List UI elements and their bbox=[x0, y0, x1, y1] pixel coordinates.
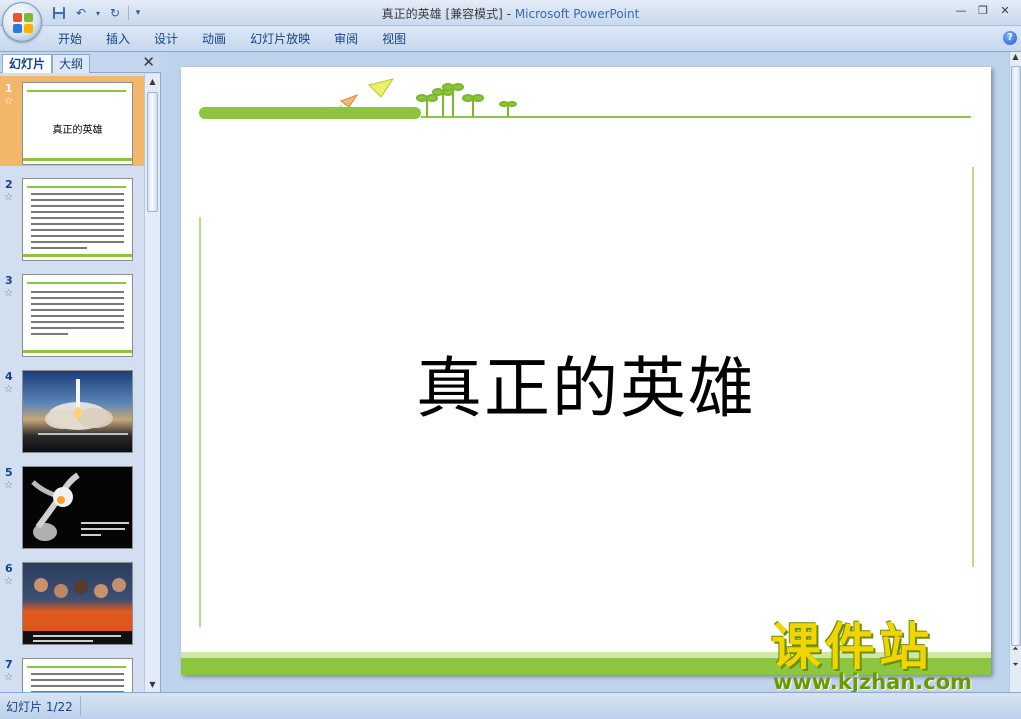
animation-star-icon: ☆ bbox=[4, 288, 13, 299]
panel-tabs: 幻灯片 大纲 ✕ bbox=[0, 52, 161, 73]
application-name: Microsoft PowerPoint bbox=[514, 7, 640, 21]
status-bar: 幻灯片 1/22 bbox=[0, 692, 1021, 719]
slide-indicator: 幻灯片 1/22 bbox=[6, 700, 73, 714]
slide-number: 5 bbox=[5, 466, 13, 479]
watermark-logo-text: 课件站 bbox=[771, 618, 933, 676]
slide-number: 7 bbox=[5, 658, 13, 671]
watermark-url: www.kjzhan.com bbox=[773, 670, 973, 694]
tab-animations[interactable]: 动画 bbox=[190, 31, 238, 47]
slide-preview bbox=[22, 658, 133, 692]
slide-title[interactable]: 真正的英雄 bbox=[181, 335, 991, 431]
tab-view[interactable]: 视图 bbox=[370, 31, 418, 47]
tab-outline[interactable]: 大纲 bbox=[52, 54, 91, 73]
slide-thumbnail-1[interactable]: 1 ☆ 真正的英雄 bbox=[0, 76, 144, 166]
slide-number: 1 bbox=[5, 82, 13, 95]
animation-star-icon: ☆ bbox=[4, 192, 13, 203]
document-name: 真正的英雄 [兼容模式] bbox=[381, 7, 503, 21]
rocket-launch-photo bbox=[22, 370, 133, 453]
title-bar: ↶ ▾ ↻ ▾ 真正的英雄 [兼容模式] - Microsoft PowerPo… bbox=[0, 0, 1021, 26]
slide-preview bbox=[22, 178, 133, 261]
tab-design[interactable]: 设计 bbox=[142, 31, 190, 47]
tab-slideshow[interactable]: 幻灯片放映 bbox=[238, 31, 322, 47]
scroll-up-icon[interactable]: ▲ bbox=[145, 74, 160, 89]
slide-thumbnail-2[interactable]: 2 ☆ bbox=[0, 172, 144, 262]
astronauts-photo bbox=[22, 562, 133, 645]
slide-editing-area: 真正的英雄 bbox=[162, 52, 1009, 692]
explosion-photo bbox=[22, 466, 133, 549]
scroll-thumb[interactable] bbox=[147, 92, 158, 212]
tab-review[interactable]: 审阅 bbox=[322, 31, 370, 47]
close-panel-icon[interactable]: ✕ bbox=[142, 54, 155, 71]
ribbon: 开始 插入 设计 动画 幻灯片放映 审阅 视图 ? bbox=[0, 26, 1021, 52]
thumbnail-title: 真正的英雄 bbox=[52, 125, 103, 136]
tab-insert[interactable]: 插入 bbox=[94, 31, 142, 47]
previous-slide-icon[interactable]: ⏶ bbox=[1010, 644, 1021, 654]
window-controls: — ❐ ✕ bbox=[953, 3, 1013, 19]
watermark: 课件站 www.kjzhan.com bbox=[771, 618, 1003, 694]
slide-scrollbar[interactable]: ▲ ⏶ ⏷ bbox=[1009, 52, 1021, 692]
restore-icon[interactable]: ❐ bbox=[975, 3, 991, 19]
office-button[interactable] bbox=[2, 2, 42, 42]
animation-star-icon: ☆ bbox=[4, 384, 13, 395]
slides-panel: 幻灯片 大纲 ✕ 1 ☆ 真正的英雄 2 ☆ 3 ☆ 4 ☆ 5 ☆ 6 ☆ 7… bbox=[0, 52, 161, 692]
slide-thumbnails: 1 ☆ 真正的英雄 2 ☆ 3 ☆ 4 ☆ 5 ☆ 6 ☆ 7 ☆ bbox=[0, 74, 144, 692]
slide-thumbnail-6[interactable]: 6 ☆ bbox=[0, 556, 144, 646]
next-slide-icon[interactable]: ⏷ bbox=[1010, 660, 1021, 670]
animation-star-icon: ☆ bbox=[4, 576, 13, 587]
slide-number: 4 bbox=[5, 370, 13, 383]
slide-thumbnail-3[interactable]: 3 ☆ bbox=[0, 268, 144, 358]
slide-number: 2 bbox=[5, 178, 13, 191]
current-slide[interactable]: 真正的英雄 bbox=[181, 67, 991, 675]
slide-number: 3 bbox=[5, 274, 13, 287]
tab-slides[interactable]: 幻灯片 bbox=[2, 54, 53, 73]
title-separator: - bbox=[502, 7, 515, 21]
animation-star-icon: ☆ bbox=[4, 480, 13, 491]
ribbon-tabs: 开始 插入 设计 动画 幻灯片放映 审阅 视图 bbox=[46, 31, 418, 47]
window-title: 真正的英雄 [兼容模式] - Microsoft PowerPoint bbox=[0, 5, 1021, 22]
slide-number: 6 bbox=[5, 562, 13, 575]
tab-home[interactable]: 开始 bbox=[46, 31, 94, 47]
slide-preview: 真正的英雄 bbox=[22, 82, 133, 165]
minimize-icon[interactable]: — bbox=[953, 3, 969, 19]
thumbnail-scrollbar[interactable]: ▲ ▼ bbox=[144, 74, 160, 692]
slide-thumbnail-5[interactable]: 5 ☆ bbox=[0, 460, 144, 550]
slide-thumbnail-7[interactable]: 7 ☆ bbox=[0, 652, 144, 692]
help-icon[interactable]: ? bbox=[1003, 31, 1017, 45]
slide-preview bbox=[22, 274, 133, 357]
slide-thumbnail-4[interactable]: 4 ☆ bbox=[0, 364, 144, 454]
scroll-thumb[interactable] bbox=[1011, 66, 1021, 646]
close-icon[interactable]: ✕ bbox=[997, 3, 1013, 19]
scroll-up-icon[interactable]: ▲ bbox=[1010, 52, 1021, 61]
animation-star-icon: ☆ bbox=[4, 96, 13, 107]
scroll-down-icon[interactable]: ▼ bbox=[145, 677, 160, 692]
office-logo-icon bbox=[13, 13, 33, 33]
animation-star-icon: ☆ bbox=[4, 672, 13, 683]
status-divider bbox=[80, 696, 81, 716]
